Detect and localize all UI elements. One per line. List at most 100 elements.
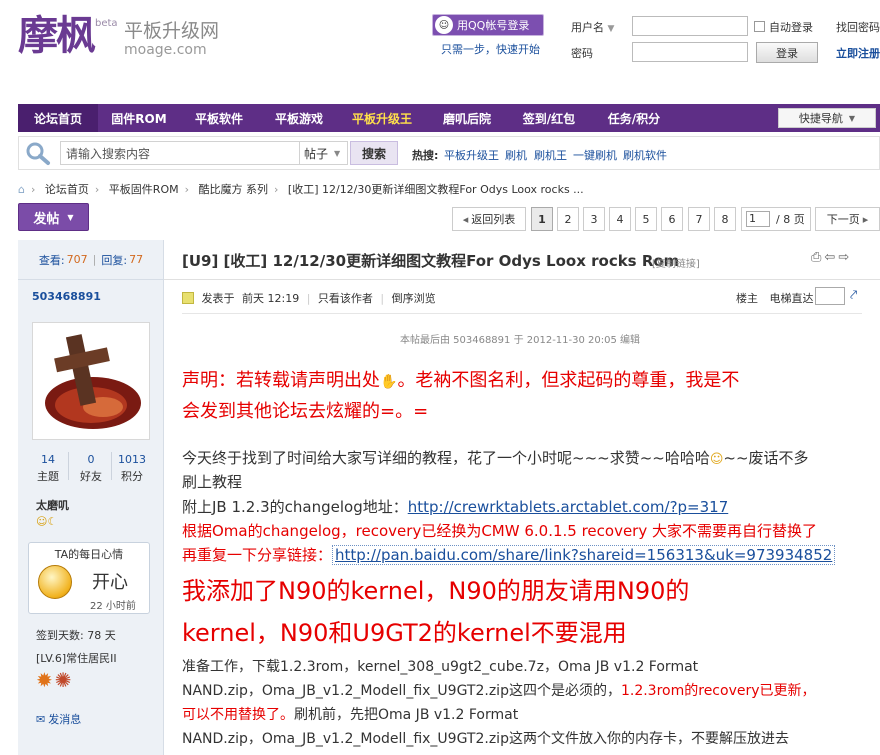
quick-nav-button[interactable]: 快捷导航 ▼ bbox=[778, 108, 876, 128]
logo-url: moage.com bbox=[124, 42, 207, 58]
medal-icons[interactable]: ✹ ✺ bbox=[36, 668, 72, 692]
hot-search-link[interactable]: 平板升级王 bbox=[444, 147, 499, 163]
stat-threads-label: 主题 bbox=[37, 470, 59, 483]
chevron-down-icon: ▼ bbox=[848, 113, 856, 123]
logo-beta-tag: beta bbox=[95, 18, 118, 29]
user-level: [LV.6]常住居民II bbox=[36, 652, 117, 665]
changelog-link[interactable]: http://crewrktablets.arctablet.com/?p=31… bbox=[408, 498, 729, 516]
only-author-link[interactable]: 只看该作者 bbox=[318, 292, 373, 305]
total-pages: / 8 页 bbox=[776, 213, 805, 226]
copy-link-button[interactable]: [复制链接] bbox=[652, 255, 700, 270]
search-button[interactable]: 搜索 bbox=[350, 141, 398, 165]
page-jump: 1 / 8 页 bbox=[741, 207, 811, 231]
breadcrumb-current[interactable]: [收工] 12/12/30更新详细图文教程For Odys Loox rocks… bbox=[288, 183, 584, 196]
envelope-icon: ✉ bbox=[36, 713, 46, 726]
page-2[interactable]: 2 bbox=[557, 207, 579, 231]
breadcrumb-item[interactable]: 平板固件ROM bbox=[109, 183, 179, 196]
body-line: 今天终于找到了时间给大家写详细的教程，花了一个小时呢~~~求赞~~哈哈哈☺~~废… bbox=[182, 449, 809, 467]
floor-jump-input[interactable] bbox=[815, 287, 845, 305]
chevron-down-icon: ▼ bbox=[607, 24, 615, 34]
hot-search-link[interactable]: 刷机王 bbox=[534, 147, 567, 163]
prep-line: 准备工作，下载1.2.3rom，kernel_308_u9gt2_cube.7z… bbox=[182, 659, 699, 675]
share-line: 再重复一下分享链接： http://pan.baidu.com/share/lin… bbox=[182, 543, 872, 567]
page-1[interactable]: 1 bbox=[531, 207, 553, 231]
handshake-emoji-icon: ✋ bbox=[380, 374, 398, 390]
print-icon[interactable]: ⎙ bbox=[811, 250, 824, 265]
hot-search-link[interactable]: 刷机 bbox=[505, 147, 527, 163]
hot-search-link[interactable]: 一键刷机 bbox=[573, 147, 617, 163]
user-group: 太磨叽 bbox=[36, 499, 69, 512]
page-7[interactable]: 7 bbox=[688, 207, 710, 231]
chevron-down-icon: ▼ bbox=[67, 212, 74, 222]
prep-line: NAND.zip，Oma_JB_v1.2_Modell_fix_U9GT2.zi… bbox=[182, 731, 789, 747]
qq-quick-start-link[interactable]: 只需一步，快速开始 bbox=[441, 41, 540, 57]
stat-points-value[interactable]: 1013 bbox=[112, 453, 152, 466]
nav-firmware-rom[interactable]: 固件ROM bbox=[100, 104, 178, 132]
nav-tablet-games[interactable]: 平板游戏 bbox=[260, 104, 338, 132]
floor-nav: 楼主 电梯直达 bbox=[736, 290, 814, 306]
chevron-down-icon: ▼ bbox=[334, 148, 341, 158]
posted-label: 发表于 bbox=[201, 292, 235, 305]
register-link[interactable]: 立即注册 bbox=[836, 45, 880, 61]
divider bbox=[111, 452, 112, 480]
kernel-note-line-1: 我添加了N90的kernel，N90的朋友请用N90的 bbox=[182, 577, 690, 605]
password-input[interactable] bbox=[632, 42, 748, 62]
views-count: 707 bbox=[66, 253, 88, 266]
forum-page: 摩枫 beta 平板升级网 moage.com ☺ 用QQ帐号登录 只需一步，快… bbox=[0, 0, 880, 755]
page-8[interactable]: 8 bbox=[714, 207, 736, 231]
page-4[interactable]: 4 bbox=[609, 207, 631, 231]
page-3[interactable]: 3 bbox=[583, 207, 605, 231]
declaration-line-1: 声明：若转载请声明出处✋。老衲不图名利，但求起码的尊重，我是不 bbox=[182, 370, 740, 391]
back-to-list-button[interactable]: ◂ 返回列表 bbox=[452, 207, 526, 231]
author-name[interactable]: 503468891 bbox=[32, 290, 101, 303]
breadcrumb-item[interactable]: 论坛首页 bbox=[45, 183, 89, 196]
new-post-button[interactable]: 发帖 ▼ bbox=[18, 203, 89, 231]
auto-login-checkbox[interactable] bbox=[754, 21, 765, 32]
search-icon bbox=[26, 142, 50, 165]
hot-search-link[interactable]: 刷机软件 bbox=[623, 147, 667, 163]
breadcrumb-item[interactable]: 酷比魔方 系列 bbox=[199, 183, 269, 196]
auto-login-label: 自动登录 bbox=[769, 21, 813, 34]
search-input[interactable]: 请输入搜索内容 bbox=[60, 141, 300, 165]
qq-login-button[interactable]: ☺ 用QQ帐号登录 bbox=[432, 14, 544, 36]
page-jump-input[interactable]: 1 bbox=[746, 211, 770, 227]
avatar[interactable] bbox=[32, 322, 150, 440]
stat-threads-value[interactable]: 14 bbox=[28, 453, 68, 466]
reverse-order-link[interactable]: 倒序浏览 bbox=[392, 292, 436, 305]
stat-points-label: 积分 bbox=[121, 470, 143, 483]
username-label: 用户名 ▼ bbox=[571, 21, 615, 34]
status-icons: ☺☾ bbox=[36, 515, 58, 528]
floor-jump-icon[interactable]: ⤤ bbox=[850, 288, 857, 303]
nav-upgrade-king[interactable]: 平板升级王 bbox=[340, 104, 424, 132]
post-title: [U9] [收工] 12/12/30更新详细图文教程For Odys Loox … bbox=[182, 252, 680, 270]
login-button[interactable]: 登录 bbox=[756, 42, 818, 63]
changelog-line: 附上JB 1.2.3的changelog地址：http://crewrktabl… bbox=[182, 498, 729, 516]
site-logo[interactable]: 摩枫 bbox=[18, 14, 96, 58]
prep-line: NAND.zip，Oma_JB_v1.2_Modell_fix_U9GT2.zi… bbox=[182, 683, 816, 699]
replies-label: 回复: bbox=[101, 253, 128, 267]
stat-friends-value[interactable]: 0 bbox=[71, 453, 111, 466]
send-message-link[interactable]: ✉ 发消息 bbox=[36, 711, 81, 727]
divider bbox=[68, 452, 69, 480]
home-icon[interactable]: ⌂ bbox=[18, 183, 25, 196]
prev-thread-icon[interactable]: ⇦ bbox=[824, 250, 838, 265]
search-type-select[interactable]: 帖子 ▼ bbox=[300, 141, 348, 165]
nav-tablet-software[interactable]: 平板软件 bbox=[180, 104, 258, 132]
next-thread-icon[interactable]: ⇨ bbox=[838, 250, 852, 265]
next-page-button[interactable]: 下一页 ▸ bbox=[815, 207, 880, 231]
nav-backyard[interactable]: 磨叽后院 bbox=[426, 104, 508, 132]
nav-forum-home[interactable]: 论坛首页 bbox=[18, 104, 98, 132]
replies-count: 77 bbox=[129, 253, 144, 266]
share-link[interactable]: http://pan.baidu.com/share/link?shareid=… bbox=[332, 545, 836, 565]
page-5[interactable]: 5 bbox=[635, 207, 657, 231]
nav-tasks[interactable]: 任务/积分 bbox=[592, 104, 676, 132]
divider bbox=[182, 313, 862, 314]
forgot-password-link[interactable]: 找回密码 bbox=[836, 19, 880, 35]
password-label: 密码 bbox=[571, 47, 593, 60]
mood-text: 开心 bbox=[92, 572, 128, 593]
username-input[interactable] bbox=[632, 16, 748, 36]
page-6[interactable]: 6 bbox=[661, 207, 683, 231]
body-line: 刷上教程 bbox=[182, 473, 243, 491]
posted-time: 前天 12:19 bbox=[242, 292, 300, 305]
nav-checkin[interactable]: 签到/红包 bbox=[508, 104, 590, 132]
